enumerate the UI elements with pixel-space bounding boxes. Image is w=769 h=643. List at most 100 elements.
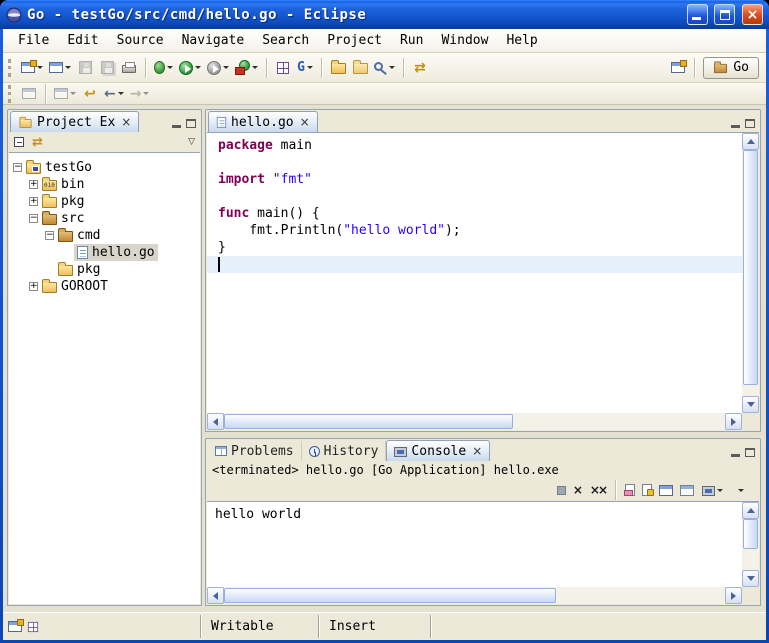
scroll-left-button[interactable]: [207, 587, 224, 604]
open-perspective-button[interactable]: [667, 56, 689, 80]
minimize-button[interactable]: [687, 4, 708, 25]
tab-console[interactable]: Console ×: [386, 440, 490, 461]
scroll-left-button[interactable]: [207, 413, 224, 430]
toolbar-drag-handle[interactable]: [8, 59, 13, 77]
last-edit-location-button[interactable]: ↩: [79, 84, 101, 104]
code-area[interactable]: package main import "fmt" func main() { …: [207, 133, 742, 413]
maximize-view-button[interactable]: [745, 448, 755, 457]
team-sync-button[interactable]: ⇄: [409, 56, 431, 80]
tab-project-explorer[interactable]: Project Ex ×: [10, 111, 139, 132]
minimize-view-button[interactable]: [172, 125, 181, 128]
maximize-view-button[interactable]: [186, 119, 196, 128]
debug-button[interactable]: [151, 56, 176, 80]
run-button[interactable]: [176, 56, 204, 80]
search-button[interactable]: [371, 56, 398, 80]
close-tab-icon[interactable]: ×: [472, 445, 482, 457]
scroll-right-button[interactable]: [725, 587, 742, 604]
editor-vertical-scrollbar[interactable]: [742, 133, 759, 413]
selected-tree-item[interactable]: hello.go: [74, 244, 158, 261]
print-button[interactable]: [118, 56, 140, 80]
previous-annotation-button[interactable]: [51, 84, 79, 104]
forward-button[interactable]: →: [127, 84, 153, 104]
save-all-button[interactable]: [96, 56, 118, 80]
tree-item-label: GOROOT: [61, 279, 108, 294]
toolbar-drag-handle[interactable]: [8, 85, 13, 103]
expander-icon[interactable]: +: [29, 282, 38, 291]
menu-source[interactable]: Source: [108, 30, 173, 52]
run-last-button[interactable]: [204, 56, 232, 80]
menu-search[interactable]: Search: [253, 30, 318, 52]
minimize-view-button[interactable]: [731, 125, 740, 128]
menu-run[interactable]: Run: [391, 30, 432, 52]
expander-icon[interactable]: −: [29, 214, 38, 223]
tree-item-src[interactable]: − src: [9, 210, 200, 227]
fast-view-button[interactable]: [8, 621, 22, 632]
tree-item-hello-go[interactable]: hello.go: [9, 244, 200, 261]
scroll-lock-button[interactable]: [642, 484, 652, 496]
menu-navigate[interactable]: Navigate: [173, 30, 254, 52]
close-tab-icon[interactable]: ×: [300, 116, 310, 128]
close-button[interactable]: ×: [742, 4, 763, 25]
scrollbar-thumb[interactable]: [743, 150, 758, 385]
scroll-right-button[interactable]: [725, 413, 742, 430]
tree-item-testgo[interactable]: − testGo: [9, 159, 200, 176]
title-bar[interactable]: Go - testGo/src/cmd/hello.go - Eclipse ×: [0, 0, 769, 29]
console-vertical-scrollbar[interactable]: [742, 502, 759, 587]
perspective-shortcut-button[interactable]: [28, 621, 38, 631]
menu-file[interactable]: File: [9, 30, 58, 52]
tree-item-bin[interactable]: + bin: [9, 176, 200, 193]
console-view-menu-button[interactable]: [730, 482, 752, 498]
maximize-view-button[interactable]: [745, 119, 755, 128]
terminate-button[interactable]: [557, 486, 566, 495]
scroll-up-button[interactable]: [742, 502, 759, 519]
tree-item-pkg[interactable]: + pkg: [9, 193, 200, 210]
scrollbar-thumb[interactable]: [743, 519, 758, 549]
view-menu-button[interactable]: ▽: [188, 138, 195, 147]
new-element-button[interactable]: [46, 56, 74, 80]
menu-project[interactable]: Project: [318, 30, 391, 52]
collapse-all-button[interactable]: [14, 137, 24, 147]
scroll-down-button[interactable]: [742, 570, 759, 587]
remove-all-launches-button[interactable]: ××: [590, 484, 606, 496]
menu-help[interactable]: Help: [497, 30, 546, 52]
remove-launch-button[interactable]: ×: [573, 484, 583, 496]
open-console-button[interactable]: [701, 482, 723, 498]
pin-console-button[interactable]: [659, 485, 673, 496]
back-button[interactable]: ←: [101, 84, 127, 104]
minimize-view-button[interactable]: [731, 454, 740, 457]
open-project-button[interactable]: [349, 56, 371, 80]
scrollbar-thumb[interactable]: [224, 414, 513, 429]
console-output[interactable]: hello world: [207, 502, 759, 527]
expander-icon[interactable]: −: [13, 163, 22, 172]
expander-icon[interactable]: +: [29, 197, 38, 206]
console-icon: [394, 447, 407, 457]
goclipse-menu-button[interactable]: G: [294, 56, 316, 80]
tree-item-goroot[interactable]: + GOROOT: [9, 278, 200, 295]
close-tab-icon[interactable]: ×: [121, 116, 131, 128]
new-go-element-button[interactable]: [272, 56, 294, 80]
link-with-editor-button[interactable]: ⇄: [32, 136, 43, 149]
go-perspective-button[interactable]: Go: [703, 57, 759, 79]
tab-problems[interactable]: Problems: [208, 441, 302, 461]
clear-console-button[interactable]: [625, 484, 635, 496]
menu-edit[interactable]: Edit: [58, 30, 107, 52]
scroll-up-button[interactable]: [742, 133, 759, 150]
expander-icon[interactable]: +: [29, 180, 38, 189]
tree-item-src-pkg[interactable]: pkg: [9, 261, 200, 278]
tree-item-cmd[interactable]: − cmd: [9, 227, 200, 244]
tab-history[interactable]: History: [302, 441, 387, 461]
editor-horizontal-scrollbar[interactable]: [207, 413, 742, 430]
display-selected-console-button[interactable]: [680, 485, 694, 496]
external-tools-button[interactable]: [232, 56, 261, 80]
tab-hello-go[interactable]: hello.go ×: [208, 111, 318, 132]
expander-icon[interactable]: −: [45, 231, 54, 240]
open-resource-button[interactable]: [327, 56, 349, 80]
scroll-down-button[interactable]: [742, 396, 759, 413]
new-wizard-button[interactable]: [18, 56, 46, 80]
scrollbar-thumb[interactable]: [224, 588, 556, 603]
save-button[interactable]: [74, 56, 96, 80]
maximize-button[interactable]: [714, 4, 735, 25]
next-annotation-button[interactable]: [18, 84, 40, 104]
menu-window[interactable]: Window: [432, 30, 497, 52]
console-horizontal-scrollbar[interactable]: [207, 587, 742, 604]
